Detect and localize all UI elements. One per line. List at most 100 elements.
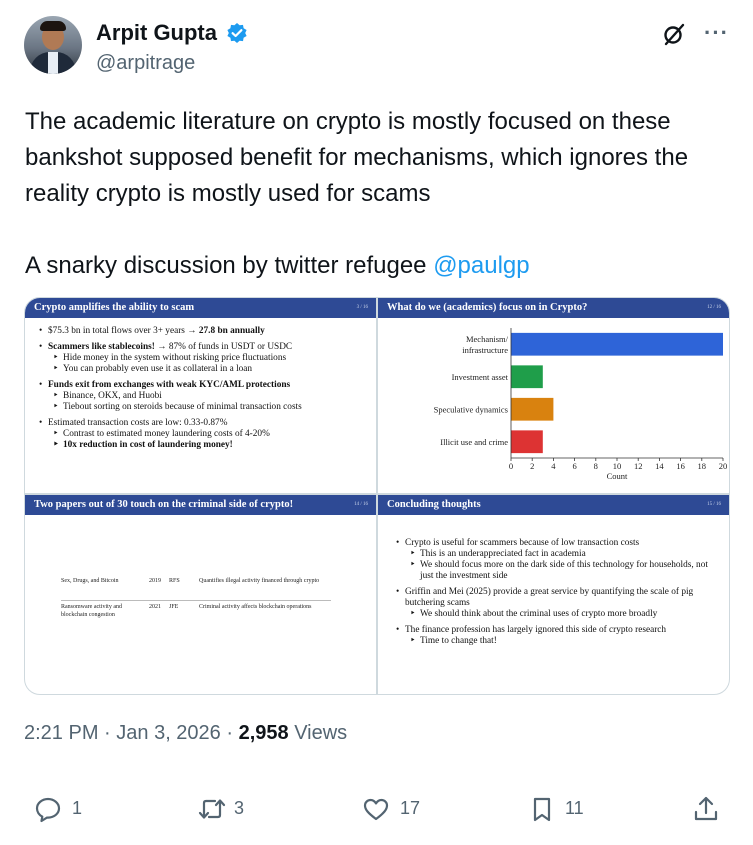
slide-1-header: Crypto amplifies the ability to scam 3 / … <box>25 298 376 318</box>
slide-1-bullet-2: Scammers like stablecoins! → 87% of fund… <box>39 342 366 353</box>
share-icon[interactable] <box>692 795 720 823</box>
bar-4 <box>511 430 543 454</box>
finding-cell: Criminal activity affects blockchain ope… <box>199 604 312 610</box>
slide-1-sub-bullet: 10x reduction in cost of laundering mone… <box>39 440 366 451</box>
slide-2-header: What do we (academics) focus on in Crypt… <box>378 298 729 318</box>
x-tick-label: 2 <box>530 461 534 471</box>
x-tick-label: 16 <box>676 461 685 471</box>
slide-3-page-number: 14 / 16 <box>354 502 368 507</box>
paper-title-cell: Sex, Drugs, and Bitcoin <box>61 578 119 584</box>
slide-2-page-number: 12 / 16 <box>707 305 721 310</box>
repost-count: 3 <box>234 798 245 818</box>
slide-4-sub-bullet: This is an underappreciated fact in acad… <box>396 549 719 560</box>
bullet-bold-text: 27.8 bn annually <box>198 326 265 336</box>
slide-2-title: What do we (academics) focus on in Crypt… <box>387 302 588 313</box>
bookmark-count: 11 <box>565 798 584 818</box>
slide-academic-focus[interactable]: What do we (academics) focus on in Crypt… <box>378 298 729 493</box>
bullet-bold-text: Funds exit from exchanges with weak KYC/… <box>48 380 291 390</box>
x-tick-label: 10 <box>613 461 622 471</box>
journal-cell: JFE <box>169 604 179 610</box>
reply-icon[interactable] <box>34 795 62 823</box>
slide-1-body: $75.3 bn in total flows over 3+ years → … <box>25 318 376 451</box>
avatar[interactable] <box>24 16 82 74</box>
bullet-text: → 87% of funds in USDT or USDC <box>154 342 293 352</box>
slide-4-sub-bullet: We should think about the criminal uses … <box>396 609 719 620</box>
x-tick-label: 14 <box>655 461 664 471</box>
slide-3-header: Two papers out of 30 touch on the crimin… <box>25 495 376 515</box>
slide-4-body: Crypto is useful for scammers because of… <box>378 515 729 647</box>
x-tick-label: 0 <box>509 461 513 471</box>
table-row: Ransomware activity and blockchain conge… <box>61 603 331 625</box>
papers-table: Sex, Drugs, and Bitcoin 2019 RFS Quantif… <box>61 577 331 625</box>
views-count: 2,958 <box>238 722 289 744</box>
slide-4-bullet-3: The finance profession has largely ignor… <box>396 625 719 636</box>
slide-1-bullet-3: Funds exit from exchanges with weak KYC/… <box>39 380 366 391</box>
tweet-paragraph-2-text: A snarky discussion by twitter refugee <box>25 252 434 279</box>
year-cell: 2021 <box>149 604 161 610</box>
tweet-time[interactable]: 2:21 PM <box>24 722 98 744</box>
slide-1-sub-bullet: Contrast to estimated money laundering c… <box>39 429 366 440</box>
slide-4-sub-bullet: Time to change that! <box>396 636 719 647</box>
x-tick-label: 8 <box>594 461 598 471</box>
bullet-bold-text: Scammers like stablecoins! <box>48 342 155 352</box>
x-tick-label: 12 <box>634 461 643 471</box>
bullet-text: $75.3 bn in total flows over 3+ years → <box>48 326 199 336</box>
slide-1-bullet-4: Estimated transaction costs are low: 0.3… <box>39 418 366 429</box>
bar-3 <box>511 397 554 421</box>
slide-crypto-scam[interactable]: Crypto amplifies the ability to scam 3 / … <box>25 298 376 493</box>
bar-chart: Mechanism/infrastructure Investment asset… <box>434 328 728 481</box>
slide-4-page-number: 15 / 16 <box>707 502 721 507</box>
meta-separator: · <box>98 722 117 744</box>
slide-4-header: Concluding thoughts 15 / 16 <box>378 495 729 515</box>
slide-4-title: Concluding thoughts <box>387 499 481 510</box>
table-row: Sex, Drugs, and Bitcoin 2019 RFS Quantif… <box>61 577 331 599</box>
mention-link[interactable]: @paulgp <box>433 252 529 279</box>
tweet-paragraph-1: The academic literature on crypto is mos… <box>25 108 689 207</box>
slide-1-sub-bullet: You can probably even use it as collater… <box>39 364 366 375</box>
grok-icon[interactable] <box>662 22 686 46</box>
tweet-paragraph-2: A snarky discussion by twitter refugee @… <box>25 248 735 284</box>
tweet-date[interactable]: Jan 3, 2026 <box>116 722 221 744</box>
slide-4-bullet-1: Crypto is useful for scammers because of… <box>396 538 719 549</box>
category-label: Mechanism/infrastructure <box>462 334 508 355</box>
journal-cell: RFS <box>169 578 180 584</box>
slide-1-bullet-1: $75.3 bn in total flows over 3+ years → … <box>39 326 366 337</box>
slide-4-bullet-2: Griffin and Mei (2025) provide a great s… <box>396 587 719 609</box>
category-label: Investment asset <box>452 372 509 382</box>
meta-separator: · <box>220 722 239 744</box>
slide-1-title: Crypto amplifies the ability to scam <box>34 302 195 313</box>
author-handle[interactable]: @arpitrage <box>96 52 195 75</box>
finding-cell: Quantifies illegal activity financed thr… <box>199 578 320 584</box>
slide-concluding-thoughts[interactable]: Concluding thoughts 15 / 16 Crypto is use… <box>378 495 729 694</box>
author-name[interactable]: Arpit Gupta <box>96 20 217 46</box>
slide-4-sub-bullet: We should focus more on the dark side of… <box>396 560 719 582</box>
repost-icon[interactable] <box>198 795 226 823</box>
slide-1-sub-bullet: Tiebout sorting on steroids because of m… <box>39 402 366 413</box>
x-tick-label: 18 <box>698 461 707 471</box>
category-label: Speculative dynamics <box>434 404 508 414</box>
x-axis-label: Count <box>607 471 628 481</box>
bar-2 <box>511 365 543 389</box>
category-label: Illicit use and crime <box>440 437 508 447</box>
slide-1-sub-bullet: Hide money in the system without risking… <box>39 353 366 364</box>
like-count: 17 <box>400 798 421 818</box>
reply-count: 1 <box>72 798 83 818</box>
views-label: Views <box>288 722 348 744</box>
tweet-text: The academic literature on crypto is mos… <box>25 104 735 284</box>
table-divider <box>61 600 331 601</box>
slide-1-sub-bullet: Binance, OKX, and Huobi <box>39 391 366 402</box>
more-icon[interactable]: ··· <box>704 20 729 46</box>
media-grid[interactable]: Crypto amplifies the ability to scam 3 / … <box>24 297 730 695</box>
slide-criminal-papers[interactable]: Two papers out of 30 touch on the crimin… <box>25 495 376 694</box>
slide-1-page-number: 3 / 16 <box>356 305 368 310</box>
slide-3-title: Two papers out of 30 touch on the crimin… <box>34 499 294 510</box>
verified-badge-icon[interactable] <box>226 22 248 44</box>
bar-1 <box>511 332 723 356</box>
x-tick-label: 6 <box>572 461 576 471</box>
paper-title-cell: Ransomware activity and blockchain conge… <box>61 604 122 618</box>
like-icon[interactable] <box>362 795 390 823</box>
x-tick-label: 20 <box>719 461 728 471</box>
bookmark-icon[interactable] <box>528 795 556 823</box>
tweet-meta: 2:21 PM · Jan 3, 2026 · 2,958 Views <box>24 722 347 745</box>
x-tick-label: 4 <box>551 461 556 471</box>
